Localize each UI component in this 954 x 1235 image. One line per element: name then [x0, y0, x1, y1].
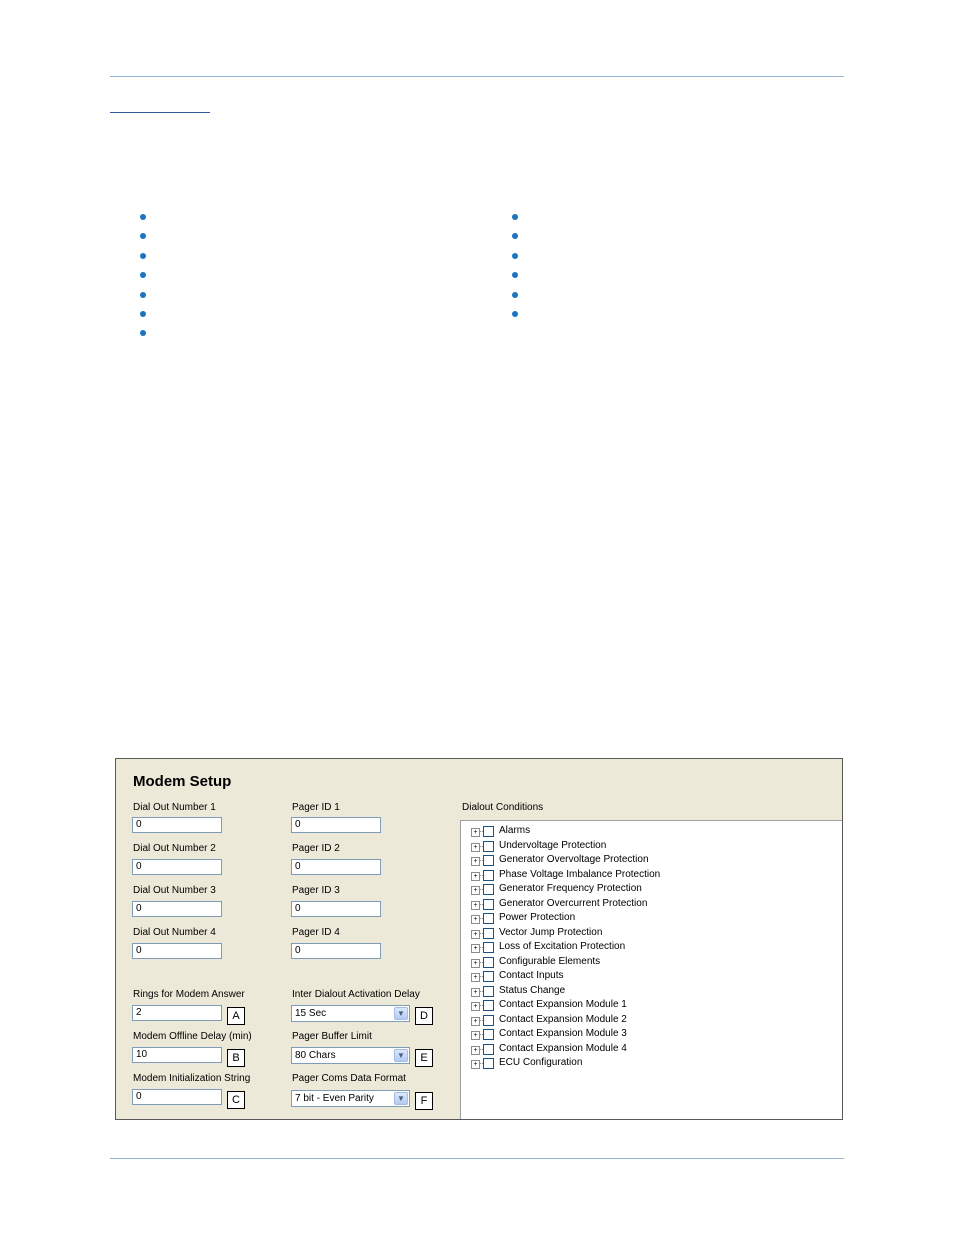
section-link-underline[interactable]	[110, 98, 210, 113]
panel-title: Modem Setup	[133, 773, 232, 790]
tree-item-checkbox[interactable]	[483, 869, 494, 881]
tree-item-checkbox[interactable]	[483, 927, 494, 939]
tree-item-label: Alarms	[499, 825, 531, 836]
pager-id-4-label: Pager ID 4	[292, 927, 340, 938]
callout-d: D	[415, 1007, 433, 1025]
dial-out-4-input[interactable]: 0	[132, 943, 222, 959]
dial-out-2-label: Dial Out Number 2	[133, 843, 216, 854]
chevron-down-icon[interactable]: ▼	[394, 1049, 408, 1062]
tree-item-checkbox[interactable]	[483, 898, 494, 910]
tree-item-label: Status Change	[499, 984, 566, 996]
offline-delay-label: Modem Offline Delay (min)	[133, 1031, 252, 1042]
tree-item-checkbox[interactable]	[483, 1029, 494, 1040]
tree-item-checkbox[interactable]	[483, 1043, 494, 1055]
chevron-down-icon[interactable]: ▼	[394, 1007, 408, 1020]
tree-item-label: Contact Expansion Module 2	[499, 1013, 627, 1025]
expand-plus-icon[interactable]: +	[471, 915, 480, 924]
tree-item-checkbox[interactable]	[483, 1058, 494, 1069]
pager-id-1-input[interactable]: 0	[291, 817, 381, 833]
expand-plus-icon[interactable]: +	[471, 1031, 480, 1040]
header-rule	[110, 76, 844, 77]
data-format-label: Pager Coms Data Format	[292, 1073, 406, 1084]
dialout-delay-value: 15 Sec	[295, 1008, 327, 1019]
expand-plus-icon[interactable]: +	[471, 973, 480, 982]
pager-id-1-label: Pager ID 1	[292, 802, 340, 813]
tree-item-label: Phase Voltage Imbalance Protection	[499, 868, 661, 880]
pager-id-3-label: Pager ID 3	[292, 885, 340, 896]
tree-item-checkbox[interactable]	[483, 1014, 494, 1026]
chevron-down-icon[interactable]: ▼	[394, 1092, 408, 1105]
tree-item-label: Generator Frequency Protection	[499, 883, 642, 894]
expand-plus-icon[interactable]: +	[471, 871, 480, 881]
tree-item-label: Contact Expansion Module 3	[499, 1028, 627, 1039]
expand-plus-icon[interactable]: +	[471, 886, 480, 895]
dial-out-1-input[interactable]: 0	[132, 817, 222, 833]
tree-item-checkbox[interactable]	[483, 1000, 494, 1011]
dialout-delay-select[interactable]: 15 Sec ▼	[291, 1005, 410, 1022]
expand-plus-icon[interactable]: +	[471, 828, 480, 837]
tree-item-label: Undervoltage Protection	[499, 839, 607, 851]
tree-item-label: Power Protection	[499, 912, 576, 923]
footer-rule	[110, 1158, 844, 1159]
tree-item-label: Generator Overvoltage Protection	[499, 854, 649, 865]
tree-item-checkbox[interactable]	[483, 985, 494, 997]
tree-item-label: Contact Expansion Module 1	[499, 999, 627, 1010]
init-string-label: Modem Initialization String	[133, 1073, 251, 1084]
tree-item-checkbox[interactable]	[483, 971, 494, 982]
dialout-delay-label: Inter Dialout Activation Delay	[292, 989, 420, 1000]
expand-plus-icon[interactable]: +	[471, 1002, 480, 1011]
callout-a: A	[227, 1007, 245, 1025]
rings-input[interactable]: 2	[132, 1005, 222, 1021]
init-string-input[interactable]: 0	[132, 1089, 222, 1105]
tree-item-label: ECU Configuration	[499, 1057, 583, 1068]
data-format-select[interactable]: 7 bit - Even Parity ▼	[291, 1090, 410, 1107]
tree-item-checkbox[interactable]	[483, 942, 494, 953]
dialout-conditions-label: Dialout Conditions	[462, 802, 544, 813]
callout-c: C	[227, 1091, 245, 1109]
dial-out-1-label: Dial Out Number 1	[133, 802, 216, 813]
expand-plus-icon[interactable]: +	[471, 1045, 480, 1055]
callout-b: B	[227, 1049, 245, 1067]
tree-item-label: Vector Jump Protection	[499, 926, 603, 938]
buffer-limit-label: Pager Buffer Limit	[292, 1031, 372, 1042]
tree-item-label: Configurable Elements	[499, 955, 601, 967]
tree-item-label: Loss of Excitation Protection	[499, 941, 626, 952]
expand-plus-icon[interactable]: +	[471, 1016, 480, 1026]
buffer-limit-value: 80 Chars	[295, 1050, 336, 1061]
expand-plus-icon[interactable]: +	[471, 987, 480, 997]
callout-e: E	[415, 1049, 433, 1067]
pager-id-3-input[interactable]: 0	[291, 901, 381, 917]
expand-plus-icon[interactable]: +	[471, 842, 480, 852]
modem-setup-panel: Modem Setup Dial Out Number 1 0 Dial Out…	[115, 758, 843, 1120]
pager-id-4-input[interactable]: 0	[291, 943, 381, 959]
dial-out-3-label: Dial Out Number 3	[133, 885, 216, 896]
tree-item-checkbox[interactable]	[483, 913, 494, 924]
dialout-conditions-tree: + Alarms + Undervoltage Protection + Generato…	[460, 820, 842, 1119]
buffer-limit-select[interactable]: 80 Chars ▼	[291, 1047, 410, 1064]
tree-item-label: Contact Expansion Module 4	[499, 1042, 627, 1054]
expand-plus-icon[interactable]: +	[471, 857, 480, 866]
data-format-value: 7 bit - Even Parity	[295, 1093, 374, 1104]
rings-label: Rings for Modem Answer	[133, 989, 245, 1000]
offline-delay-input[interactable]: 10	[132, 1047, 222, 1063]
expand-plus-icon[interactable]: +	[471, 944, 480, 953]
tree-item-checkbox[interactable]	[483, 855, 494, 866]
pager-id-2-input[interactable]: 0	[291, 859, 381, 875]
tree-item-checkbox[interactable]	[483, 826, 494, 837]
pager-id-2-label: Pager ID 2	[292, 843, 340, 854]
dial-out-2-input[interactable]: 0	[132, 859, 222, 875]
expand-plus-icon[interactable]: +	[471, 929, 480, 939]
expand-plus-icon[interactable]: +	[471, 958, 480, 968]
tree-item-checkbox[interactable]	[483, 884, 494, 895]
tree-item-checkbox[interactable]	[483, 840, 494, 852]
dial-out-4-label: Dial Out Number 4	[133, 927, 216, 938]
tree-item-checkbox[interactable]	[483, 956, 494, 968]
dial-out-3-input[interactable]: 0	[132, 901, 222, 917]
tree-item-label: Contact Inputs	[499, 970, 564, 981]
callout-f: F	[415, 1092, 433, 1110]
tree-item-label: Generator Overcurrent Protection	[499, 897, 648, 909]
expand-plus-icon[interactable]: +	[471, 1060, 480, 1069]
expand-plus-icon[interactable]: +	[471, 900, 480, 910]
